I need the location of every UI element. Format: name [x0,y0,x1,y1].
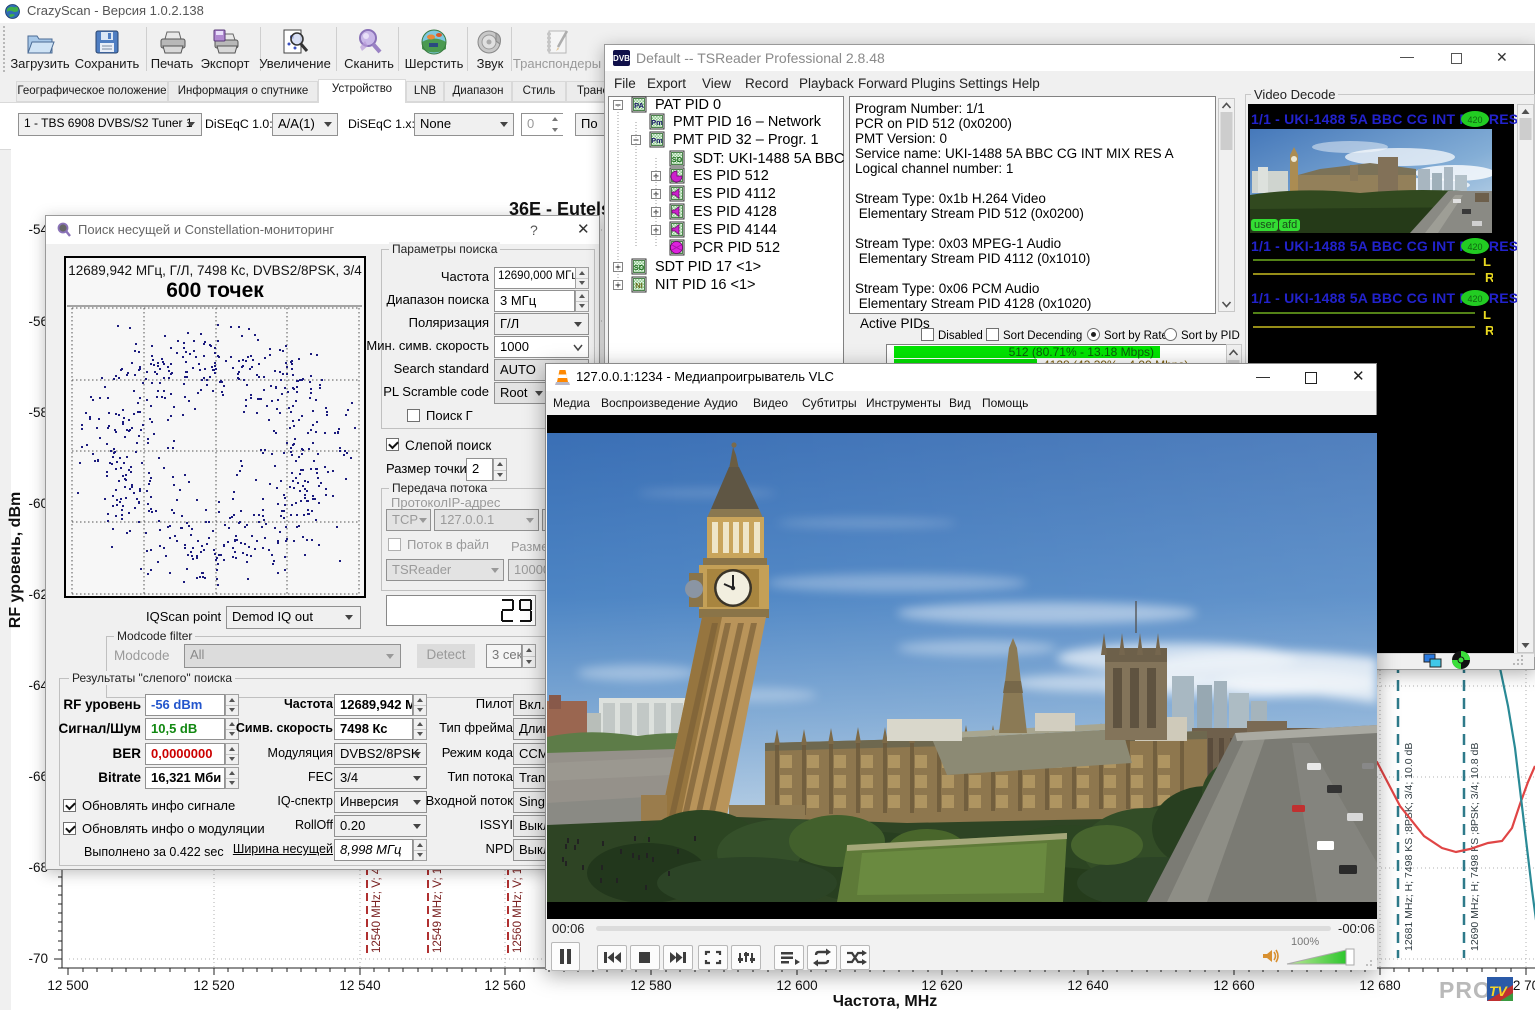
svg-text:12 500: 12 500 [47,978,88,993]
svg-text:12 640: 12 640 [1067,978,1108,993]
svg-text:RF уровень, dBm: RF уровень, dBm [7,492,24,628]
svg-text:-70: -70 [28,951,48,966]
svg-text:12 620: 12 620 [921,978,962,993]
svg-text:12 600: 12 600 [776,978,817,993]
svg-text:L: L [1483,258,1491,269]
svg-text:420: 420 [1467,294,1482,304]
svg-text:12681 MHz; H; 7498 KS ;8PSK; 3: 12681 MHz; H; 7498 KS ;8PSK; 3/4; 10.0 d… [1403,743,1415,951]
svg-text:12 580: 12 580 [630,978,671,993]
svg-text:PRO: PRO [1439,977,1492,1003]
svg-text:L: L [1483,311,1491,322]
svg-text:R: R [1485,323,1493,338]
svg-text:Частота, MHz: Частота, MHz [833,993,938,1010]
svg-text:420: 420 [1467,242,1482,252]
svg-text:12 560: 12 560 [484,978,525,993]
svg-text:R: R [1485,270,1493,285]
svg-text:12 660: 12 660 [1213,978,1254,993]
svg-text:12 680: 12 680 [1359,978,1400,993]
svg-text:420: 420 [1467,115,1482,125]
svg-text:TV: TV [1489,983,1509,999]
svg-text:12 540: 12 540 [339,978,380,993]
svg-text:12 520: 12 520 [193,978,234,993]
